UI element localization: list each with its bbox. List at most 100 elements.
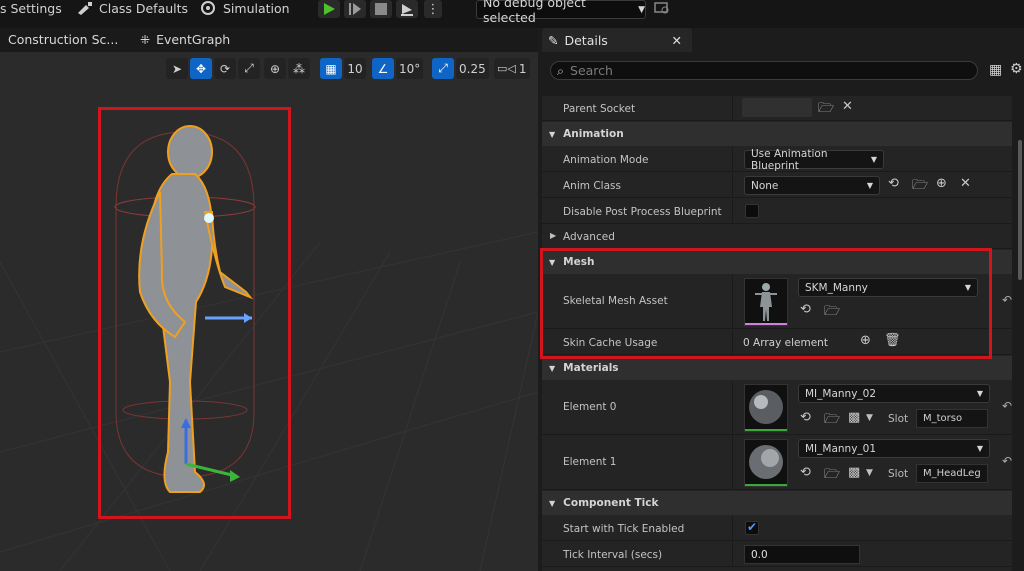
chevron-down-icon: ▼: [638, 4, 645, 15]
browse-folder-icon[interactable]: 🗁: [824, 465, 840, 487]
grid-snap-value[interactable]: 10: [344, 58, 366, 79]
play-button[interactable]: [318, 0, 340, 18]
browse-folder-icon[interactable]: 🗁: [824, 410, 840, 432]
move-icon: ✥: [195, 61, 207, 76]
element0-label: Element 0: [563, 401, 617, 413]
material0-value: MI_Manny_02: [805, 387, 877, 400]
chevron-down-icon[interactable]: ▼: [866, 468, 873, 478]
table-view-icon[interactable]: ▦: [989, 62, 1002, 78]
material1-value: MI_Manny_01: [805, 442, 877, 455]
category-animation[interactable]: ▼ Animation: [542, 122, 1012, 146]
step-button[interactable]: [344, 0, 366, 18]
disable-pp-label: Disable Post Process Blueprint: [563, 206, 722, 218]
surface-snap-button[interactable]: ⁂: [288, 58, 310, 79]
tab-event-graph[interactable]: ⁜ EventGraph: [140, 32, 230, 47]
class-defaults-button[interactable]: Class Defaults: [76, 0, 188, 16]
element0-slot-label: Slot: [888, 413, 909, 425]
camera-speed-text: 1: [518, 61, 527, 76]
play-options-button[interactable]: ⋮: [424, 0, 442, 18]
grid-snap-toggle[interactable]: ▦: [320, 58, 342, 79]
start-tick-checkbox[interactable]: ✔: [745, 520, 759, 535]
scale-snap-value[interactable]: 0.25: [456, 58, 489, 79]
select-tool-button[interactable]: ➤: [166, 58, 188, 79]
disable-pp-checkbox[interactable]: [745, 204, 759, 218]
simulation-button[interactable]: Simulation: [200, 0, 290, 16]
checker-icon[interactable]: ▩: [848, 465, 860, 480]
settings-button[interactable]: s Settings: [0, 0, 62, 16]
column-divider: [732, 199, 733, 223]
chevron-right-icon: ▶: [550, 231, 557, 240]
element1-label: Element 1: [563, 456, 617, 468]
details-tab[interactable]: ✎ Details ✕: [542, 28, 692, 52]
stop-button[interactable]: [370, 0, 392, 18]
chevron-down-icon: ▼: [549, 498, 556, 508]
element0-slot-field[interactable]: M_torso: [916, 409, 988, 428]
anim-class-dropdown[interactable]: None ▼: [744, 176, 880, 195]
material1-dropdown[interactable]: MI_Manny_01 ▼: [798, 439, 990, 458]
materials-header: Materials: [563, 362, 619, 374]
chevron-down-icon: ▼: [870, 155, 877, 164]
scale-tool-button[interactable]: ⤢: [238, 58, 260, 79]
grid-snap-group: ▦ 10: [320, 58, 366, 80]
debug-object-dropdown[interactable]: No debug object selected ▼: [476, 0, 646, 25]
grid-snap-text: 10: [347, 61, 363, 76]
property-row-start-tick: Start with Tick Enabled ✔: [542, 516, 1012, 541]
chevron-down-icon: ▼: [976, 389, 983, 398]
column-divider: [732, 436, 733, 489]
browse-debug-button[interactable]: [654, 0, 670, 14]
rotation-snap-toggle[interactable]: ∠: [372, 58, 394, 79]
use-selected-icon[interactable]: ⟲: [888, 176, 899, 191]
eject-button[interactable]: [396, 0, 418, 18]
checkmark-icon: ✔: [747, 520, 758, 534]
advanced-expander[interactable]: ▶ Advanced: [542, 225, 1012, 249]
close-icon[interactable]: ✕: [672, 33, 682, 48]
chevron-down-icon[interactable]: ▼: [866, 413, 873, 423]
snap-icon: ⁂: [293, 61, 305, 76]
clear-icon[interactable]: ✕: [960, 176, 971, 191]
material0-thumbnail[interactable]: [744, 384, 788, 432]
add-icon[interactable]: ⊕: [936, 176, 947, 191]
camera-speed-button[interactable]: ▭◁ 1: [494, 58, 530, 79]
rotation-snap-value[interactable]: 10°: [396, 58, 424, 79]
top-toolbar: s Settings Class Defaults Simulation ⋮ N…: [0, 0, 1024, 25]
details-search-input[interactable]: ⌕ Search: [550, 61, 978, 80]
material0-dropdown[interactable]: MI_Manny_02 ▼: [798, 384, 990, 403]
rotate-tool-button[interactable]: ⟳: [214, 58, 236, 79]
clear-icon[interactable]: ✕: [842, 99, 853, 114]
reset-to-default-icon[interactable]: ↶: [1002, 454, 1012, 468]
use-selected-icon[interactable]: ⟲: [800, 410, 811, 425]
checker-icon[interactable]: ▩: [848, 410, 860, 425]
material-sphere-icon: [745, 445, 787, 486]
details-scrollbar[interactable]: [1018, 140, 1022, 280]
animation-mode-dropdown[interactable]: Use Animation Blueprint ▼: [744, 148, 884, 172]
category-component-tick[interactable]: ▼ Component Tick: [542, 491, 1012, 515]
column-divider: [732, 542, 733, 566]
settings-gear-icon[interactable]: ⚙: [1010, 61, 1023, 77]
tick-interval-field[interactable]: 0.0: [744, 545, 860, 564]
browse-folder-icon[interactable]: 🗁: [912, 176, 928, 198]
reset-to-default-icon[interactable]: ↶: [1002, 399, 1012, 413]
reset-to-default-icon[interactable]: ↶: [1002, 293, 1012, 307]
chevron-down-icon: ▼: [866, 181, 873, 190]
chevron-down-icon: ▼: [549, 129, 556, 139]
stop-icon: [375, 3, 387, 15]
material1-thumbnail[interactable]: [744, 439, 788, 487]
translate-tool-button[interactable]: ✥: [190, 58, 212, 79]
event-graph-tab-label: EventGraph: [156, 32, 231, 47]
globe-icon: ⊕: [269, 61, 281, 76]
world-local-button[interactable]: ⊕: [264, 58, 286, 79]
parent-socket-field[interactable]: [742, 98, 812, 117]
scale-snap-group: ⤢ 0.25: [432, 58, 489, 80]
column-divider: [732, 147, 733, 171]
use-selected-icon[interactable]: ⟲: [800, 465, 811, 480]
tab-construction-script[interactable]: Construction Sc...: [8, 32, 118, 47]
viewport[interactable]: [0, 52, 538, 571]
element1-slot-field[interactable]: M_HeadLeg: [916, 464, 988, 483]
search-placeholder: Search: [570, 63, 613, 78]
tick-interval-value: 0.0: [751, 548, 768, 561]
class-defaults-icon: [78, 2, 92, 15]
browse-folder-icon[interactable]: 🗁: [818, 99, 834, 121]
scale-snap-toggle[interactable]: ⤢: [432, 58, 454, 79]
category-materials[interactable]: ▼ Materials: [542, 356, 1012, 380]
search-icon: ⌕: [557, 62, 565, 78]
